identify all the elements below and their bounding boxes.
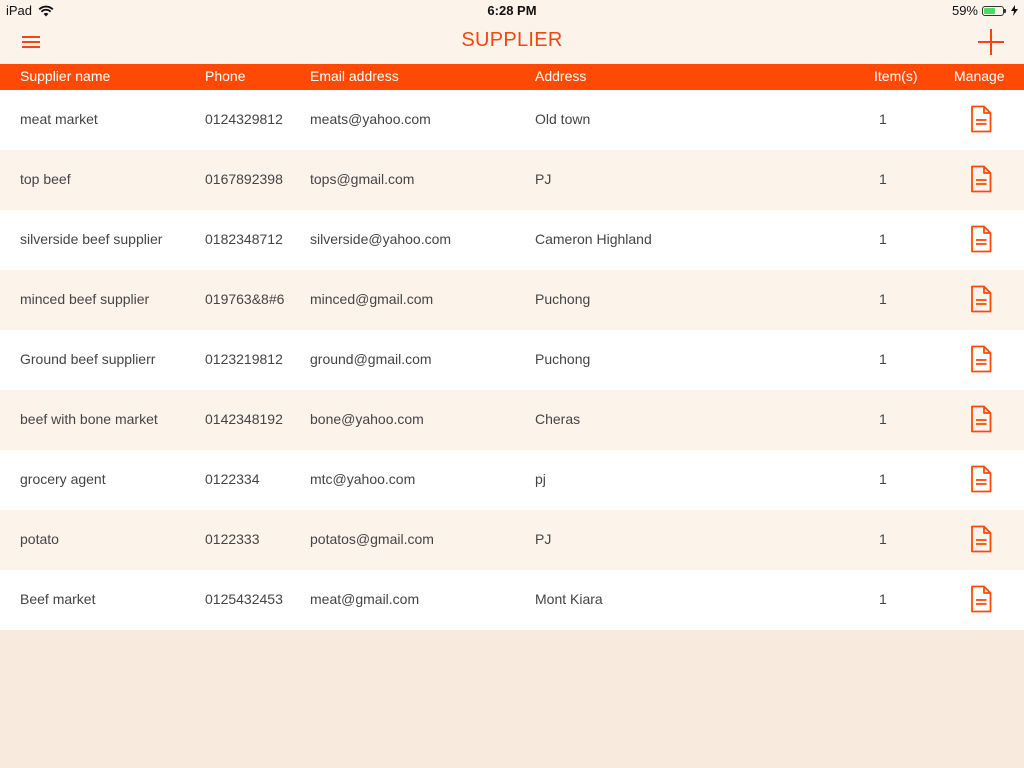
table-header: Supplier name Phone Email address Addres… [0, 64, 1024, 90]
supplier-email: potatos@gmail.com [310, 531, 434, 547]
supplier-item-count: 1 [879, 171, 887, 187]
supplier-phone: 0124329812 [205, 111, 283, 127]
navigation-bar: SUPPLIER [0, 20, 1024, 64]
supplier-item-count: 1 [879, 291, 887, 307]
supplier-phone: 0167892398 [205, 171, 283, 187]
supplier-row[interactable]: beef with bone market 0142348192 bone@ya… [0, 390, 1024, 450]
supplier-address: Cameron Highland [535, 231, 652, 247]
document-icon[interactable] [970, 585, 992, 613]
supplier-row[interactable]: Ground beef supplierr 0123219812 ground@… [0, 330, 1024, 390]
document-icon[interactable] [970, 225, 992, 253]
status-bar: iPad 6:28 PM 59% [0, 0, 1024, 20]
supplier-name: grocery agent [20, 471, 106, 487]
header-phone: Phone [205, 68, 246, 84]
supplier-list: meat market 0124329812 meats@yahoo.com O… [0, 90, 1024, 630]
document-icon[interactable] [970, 345, 992, 373]
supplier-item-count: 1 [879, 531, 887, 547]
header-manage: Manage [954, 68, 1005, 84]
supplier-address: PJ [535, 171, 552, 187]
supplier-name: top beef [20, 171, 71, 187]
supplier-phone: 0122333 [205, 531, 260, 547]
document-icon[interactable] [970, 405, 992, 433]
supplier-phone: 0142348192 [205, 411, 283, 427]
supplier-name: potato [20, 531, 59, 547]
supplier-row[interactable]: meat market 0124329812 meats@yahoo.com O… [0, 90, 1024, 150]
document-icon[interactable] [970, 465, 992, 493]
supplier-address: Old town [535, 111, 591, 127]
battery-percent: 59% [951, 3, 978, 18]
supplier-name: silverside beef supplier [20, 231, 163, 247]
supplier-address: Cheras [535, 411, 581, 427]
supplier-name: minced beef supplier [20, 291, 150, 307]
supplier-row[interactable]: grocery agent 0122334 mtc@yahoo.com pj 1 [0, 450, 1024, 510]
supplier-item-count: 1 [879, 351, 887, 367]
supplier-email: ground@gmail.com [310, 351, 432, 367]
plus-icon[interactable] [978, 29, 1004, 55]
supplier-address: pj [535, 471, 546, 487]
supplier-address: Mont Kiara [535, 591, 603, 607]
supplier-email: meat@gmail.com [310, 591, 420, 607]
supplier-row[interactable]: minced beef supplier 019763&8#6 minced@g… [0, 270, 1024, 330]
supplier-phone: 0182348712 [205, 231, 283, 247]
supplier-name: meat market [20, 111, 98, 127]
supplier-email: tops@gmail.com [310, 171, 415, 187]
header-address: Address [535, 68, 587, 84]
supplier-item-count: 1 [879, 231, 887, 247]
supplier-email: silverside@yahoo.com [310, 231, 452, 247]
document-icon[interactable] [970, 525, 992, 553]
supplier-item-count: 1 [879, 411, 887, 427]
supplier-row[interactable]: silverside beef supplier 0182348712 silv… [0, 210, 1024, 270]
supplier-phone: 0125432453 [205, 591, 283, 607]
supplier-item-count: 1 [879, 471, 887, 487]
supplier-address: Puchong [535, 291, 591, 307]
document-icon[interactable] [970, 285, 992, 313]
supplier-address: PJ [535, 531, 552, 547]
document-icon[interactable] [970, 165, 992, 193]
supplier-item-count: 1 [879, 111, 887, 127]
supplier-email: minced@gmail.com [310, 291, 434, 307]
supplier-phone: 0123219812 [205, 351, 283, 367]
supplier-name: Ground beef supplierr [20, 351, 156, 367]
supplier-name: beef with bone market [20, 411, 158, 427]
header-supplier-name: Supplier name [20, 68, 111, 84]
charging-bolt-icon [1011, 5, 1018, 16]
document-icon[interactable] [970, 105, 992, 133]
status-time: 6:28 PM [487, 3, 537, 18]
supplier-name: Beef market [20, 591, 96, 607]
supplier-row[interactable]: potato 0122333 potatos@gmail.com PJ 1 [0, 510, 1024, 570]
supplier-item-count: 1 [879, 591, 887, 607]
battery-level-fill [984, 7, 995, 14]
supplier-email: mtc@yahoo.com [310, 471, 416, 487]
header-items: Item(s) [874, 68, 918, 84]
supplier-email: bone@yahoo.com [310, 411, 424, 427]
supplier-row[interactable]: Beef market 0125432453 meat@gmail.com Mo… [0, 570, 1024, 630]
header-email: Email address [310, 68, 399, 84]
battery-icon [982, 5, 1006, 16]
supplier-email: meats@yahoo.com [310, 111, 431, 127]
supplier-row[interactable]: top beef 0167892398 tops@gmail.com PJ 1 [0, 150, 1024, 210]
page-title: SUPPLIER [461, 29, 563, 51]
supplier-address: Puchong [535, 351, 591, 367]
supplier-phone: 019763&8#6 [205, 291, 285, 307]
supplier-phone: 0122334 [205, 471, 260, 487]
